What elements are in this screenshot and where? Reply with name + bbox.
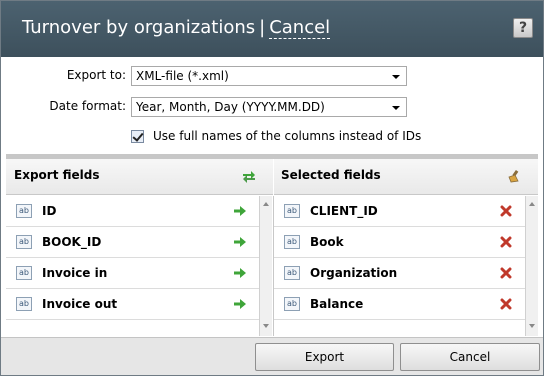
- export-fields-header: Export fields: [6, 159, 273, 195]
- selected-field-label: Organization: [310, 266, 398, 280]
- selected-fields-title: Selected fields: [281, 168, 381, 182]
- selected-field-label: Book: [310, 235, 344, 249]
- export-to-value: XML-file (*.xml): [136, 69, 229, 83]
- export-fields-title: Export fields: [14, 168, 100, 182]
- clear-all-icon[interactable]: [507, 169, 521, 183]
- scroll-down-icon[interactable]: [263, 324, 269, 328]
- export-field-label: ID: [42, 204, 57, 218]
- remove-field-icon[interactable]: [500, 267, 512, 279]
- remove-field-icon[interactable]: [500, 236, 512, 248]
- text-field-icon: ab: [16, 204, 32, 218]
- text-field-icon: ab: [16, 266, 32, 280]
- dialog-titlebar: Turnover by organizations | Cancel ?: [1, 1, 543, 57]
- add-field-arrow-icon[interactable]: [234, 206, 246, 216]
- export-fields-scrollbar[interactable]: [259, 196, 272, 336]
- export-field-row[interactable]: ab ID: [6, 196, 259, 227]
- selected-field-row[interactable]: ab Balance: [274, 289, 525, 320]
- help-button[interactable]: ?: [513, 18, 533, 38]
- selected-field-label: Balance: [310, 297, 364, 311]
- remove-field-icon[interactable]: [500, 298, 512, 310]
- text-field-icon: ab: [16, 297, 32, 311]
- date-format-label: Date format:: [49, 99, 126, 113]
- export-field-row[interactable]: ab Invoice in: [6, 258, 259, 289]
- export-to-select[interactable]: XML-file (*.xml): [131, 66, 407, 86]
- export-fields-list: ab ID ab BOOK_ID ab Invoice in ab Invoic…: [6, 196, 259, 336]
- export-dialog: Turnover by organizations | Cancel ? Expor…: [0, 0, 544, 376]
- date-format-value: Year, Month, Day (YYYY.MM.DD): [136, 100, 325, 114]
- text-field-icon: ab: [284, 204, 300, 218]
- dialog-title-text: Turnover by organizations: [22, 17, 256, 38]
- chevron-down-icon: [392, 75, 400, 79]
- scroll-up-icon[interactable]: [263, 202, 269, 206]
- selected-fields-header: Selected fields: [274, 159, 538, 195]
- text-field-icon: ab: [16, 235, 32, 249]
- selected-field-label: CLIENT_ID: [310, 204, 378, 218]
- text-field-icon: ab: [284, 235, 300, 249]
- add-all-icon[interactable]: [242, 170, 256, 184]
- text-field-icon: ab: [284, 266, 300, 280]
- export-field-label: Invoice in: [42, 266, 108, 280]
- title-cancel-link[interactable]: Cancel: [269, 17, 331, 39]
- add-field-arrow-icon[interactable]: [234, 268, 246, 278]
- selected-fields-scrollbar[interactable]: [525, 196, 538, 336]
- text-field-icon: ab: [284, 297, 300, 311]
- title-separator: |: [259, 17, 266, 38]
- cancel-button[interactable]: Cancel: [400, 343, 540, 371]
- full-names-label: Use full names of the columns instead of…: [153, 129, 422, 143]
- dialog-title: Turnover by organizations | Cancel: [22, 17, 331, 39]
- export-field-label: BOOK_ID: [42, 235, 102, 249]
- export-to-label: Export to:: [66, 68, 126, 82]
- scroll-down-icon[interactable]: [529, 324, 535, 328]
- export-field-row[interactable]: ab Invoice out: [6, 289, 259, 320]
- selected-field-row[interactable]: ab Organization: [274, 258, 525, 289]
- export-field-row[interactable]: ab BOOK_ID: [6, 227, 259, 258]
- selected-field-row[interactable]: ab CLIENT_ID: [274, 196, 525, 227]
- date-format-select[interactable]: Year, Month, Day (YYYY.MM.DD): [131, 97, 407, 117]
- scroll-up-icon[interactable]: [529, 202, 535, 206]
- add-field-arrow-icon[interactable]: [234, 299, 246, 309]
- remove-field-icon[interactable]: [500, 205, 512, 217]
- chevron-down-icon: [392, 106, 400, 110]
- add-field-arrow-icon[interactable]: [234, 237, 246, 247]
- selected-fields-list: ab CLIENT_ID ab Book ab Organization ab …: [274, 196, 525, 336]
- full-names-checkbox[interactable]: [131, 130, 144, 143]
- export-button[interactable]: Export: [255, 343, 394, 371]
- export-field-label: Invoice out: [42, 297, 118, 311]
- selected-field-row[interactable]: ab Book: [274, 227, 525, 258]
